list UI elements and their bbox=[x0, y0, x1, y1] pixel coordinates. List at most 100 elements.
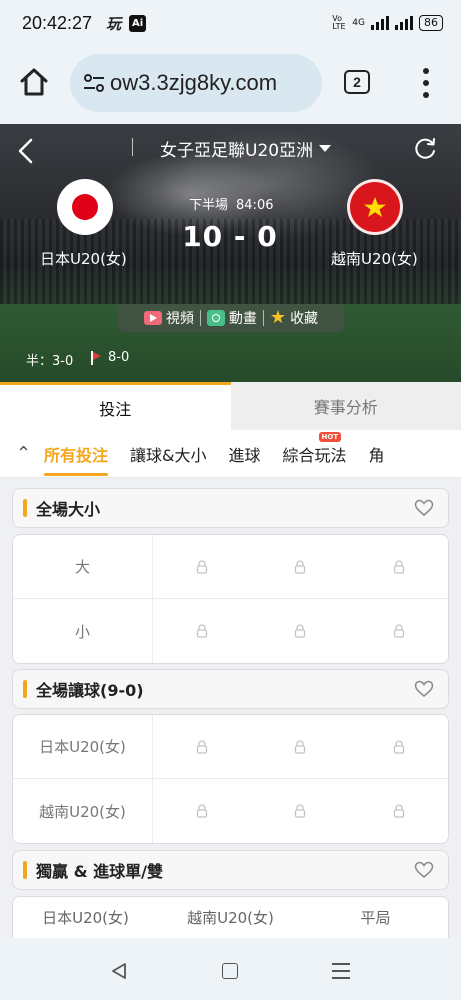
period-label: 下半場 bbox=[189, 198, 229, 213]
match-header: 女子亞足聯U20亞洲 日本U20(女) 越南U20(女) 下半場 84:06 10… bbox=[0, 124, 461, 382]
section-accent bbox=[23, 861, 27, 879]
lock-icon bbox=[197, 559, 208, 574]
column-header: 日本U20(女) bbox=[42, 908, 129, 927]
subtab-goals[interactable]: 進球 bbox=[229, 442, 261, 466]
section-header-total-goals[interactable]: 全場大小 bbox=[12, 488, 449, 528]
heart-icon[interactable] bbox=[414, 680, 434, 698]
section-header-win-oddeven[interactable]: 獨贏 & 進球單/雙 bbox=[12, 850, 449, 890]
signal-icon bbox=[371, 16, 389, 30]
odds-table-handicap: 日本U20(女) 越南U20(女) bbox=[12, 714, 449, 844]
animation-button[interactable]: 動畫 bbox=[206, 308, 257, 328]
lock-icon bbox=[393, 739, 404, 754]
away-team-flag-icon bbox=[347, 179, 403, 235]
nav-home-icon[interactable] bbox=[222, 963, 238, 979]
match-score: 10 - 0 bbox=[182, 220, 278, 253]
subtab-corners[interactable]: 角 bbox=[369, 442, 385, 466]
odds-cell bbox=[153, 715, 251, 778]
table-row: 大 bbox=[13, 535, 448, 599]
match-clock: 84:06 bbox=[236, 198, 274, 213]
animation-label: 動畫 bbox=[228, 311, 257, 327]
lock-icon bbox=[295, 739, 306, 754]
heart-icon[interactable] bbox=[414, 499, 434, 517]
ai-app-icon: Ai bbox=[129, 14, 147, 32]
odds-cell bbox=[251, 715, 349, 778]
caret-down-icon bbox=[319, 145, 332, 152]
lock-icon bbox=[197, 739, 208, 754]
odds-cell bbox=[153, 535, 251, 598]
star-icon: ★ bbox=[269, 307, 287, 328]
bet-category-tabs: ⌃ 所有投注 讓球&大小 進球 綜合玩法 HOT 角 bbox=[0, 430, 461, 478]
subtab-handicap-overunder[interactable]: 讓球&大小 bbox=[130, 442, 206, 466]
odds-cell bbox=[251, 779, 349, 843]
table-row: 小 bbox=[13, 599, 448, 663]
odds-cell bbox=[350, 599, 448, 663]
league-name: 女子亞足聯U20亞洲 bbox=[160, 141, 314, 161]
back-arrow-icon[interactable] bbox=[16, 138, 36, 164]
odds-cell bbox=[251, 535, 349, 598]
main-tabs: 投注 賽事分析 bbox=[0, 382, 461, 430]
battery-icon: 86 bbox=[419, 15, 443, 31]
column-header: 平局 bbox=[360, 908, 391, 927]
notification-app-icon: 玩 bbox=[106, 14, 122, 33]
corner-stats: 8-0 bbox=[90, 350, 129, 365]
lock-icon bbox=[295, 804, 306, 818]
status-bar: 20:42:27 玩 Ai Vo LTE 4G 86 bbox=[0, 0, 461, 46]
league-selector[interactable]: 女子亞足聯U20亞洲 bbox=[160, 136, 332, 161]
half-time-score: 半：3-0 bbox=[26, 354, 74, 369]
system-nav-bar bbox=[0, 938, 461, 1000]
video-button[interactable]: 視頻 bbox=[143, 308, 194, 328]
signal-2-icon bbox=[395, 16, 413, 30]
subtab-all-bets[interactable]: 所有投注 bbox=[44, 442, 109, 476]
more-icon[interactable] bbox=[420, 68, 432, 98]
lock-icon bbox=[197, 624, 208, 638]
match-period: 下半場 84:06 bbox=[189, 194, 273, 213]
tab-betting[interactable]: 投注 bbox=[0, 382, 231, 430]
status-indicators: Vo LTE 4G 86 bbox=[332, 15, 443, 31]
lock-icon bbox=[295, 624, 306, 638]
home-team-name: 日本U20(女) bbox=[40, 250, 127, 268]
favorite-button[interactable]: ★ 收藏 bbox=[270, 308, 318, 328]
site-settings-icon[interactable] bbox=[80, 71, 110, 95]
home-icon[interactable] bbox=[18, 66, 50, 98]
address-bar[interactable]: ow3.3zjg8ky.com bbox=[70, 54, 322, 112]
tabs-icon[interactable]: 2 bbox=[344, 70, 370, 94]
browser-toolbar: ow3.3zjg8ky.com 2 bbox=[0, 46, 461, 124]
collapse-icon[interactable]: ⌃ bbox=[0, 443, 44, 464]
heart-icon[interactable] bbox=[414, 861, 434, 879]
section-title: 全場大小 bbox=[36, 500, 101, 519]
odds-cell bbox=[153, 779, 251, 843]
refresh-icon[interactable] bbox=[412, 136, 438, 162]
hot-badge: HOT bbox=[318, 431, 342, 442]
table-row: 越南U20(女) bbox=[13, 779, 448, 843]
lock-icon bbox=[393, 624, 404, 638]
url-text[interactable]: ow3.3zjg8ky.com bbox=[110, 70, 277, 96]
video-label: 視頻 bbox=[165, 311, 194, 327]
table-header-row: 日本U20(女) 越南U20(女) 平局 bbox=[13, 897, 448, 937]
header-divider bbox=[132, 138, 133, 156]
section-accent bbox=[23, 499, 27, 517]
volte-icon: Vo LTE bbox=[332, 14, 346, 31]
subtab-combo[interactable]: 綜合玩法 HOT bbox=[282, 431, 347, 466]
column-header: 越南U20(女) bbox=[187, 908, 274, 927]
tab-match-analysis[interactable]: 賽事分析 bbox=[230, 382, 461, 430]
nav-recents-icon[interactable] bbox=[332, 963, 350, 979]
subtab-combo-label: 綜合玩法 bbox=[282, 445, 347, 465]
corner-count: 8-0 bbox=[108, 350, 130, 365]
nav-back-icon[interactable] bbox=[110, 962, 128, 980]
away-team-name: 越南U20(女) bbox=[331, 250, 418, 268]
odds-cell bbox=[350, 779, 448, 843]
table-row: 日本U20(女) bbox=[13, 715, 448, 779]
row-label: 大 bbox=[13, 535, 153, 598]
section-accent bbox=[23, 680, 27, 698]
section-header-handicap[interactable]: 全場讓球(9-0) bbox=[12, 669, 449, 709]
home-team-flag-icon bbox=[57, 179, 113, 235]
lock-icon bbox=[393, 804, 404, 818]
animation-icon bbox=[206, 310, 225, 326]
row-label: 小 bbox=[13, 599, 153, 663]
network-type: 4G bbox=[352, 18, 365, 28]
row-label: 日本U20(女) bbox=[13, 715, 153, 778]
lock-icon bbox=[393, 559, 404, 574]
section-title: 獨贏 & 進球單/雙 bbox=[36, 862, 163, 881]
odds-table-total-goals: 大 小 bbox=[12, 534, 449, 664]
lock-icon bbox=[197, 804, 208, 818]
